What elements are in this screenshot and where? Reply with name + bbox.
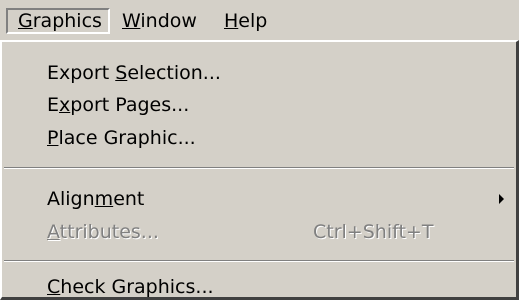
menu-item-check-graphics[interactable]: Check Graphics...: [2, 272, 516, 300]
menu-item-place-graphic[interactable]: Place Graphic...: [2, 123, 516, 153]
menu-item-export-selection[interactable]: Export Selection...: [2, 58, 516, 88]
menu-item-attributes-shortcut: Ctrl+Shift+T: [313, 221, 434, 243]
menubar-help[interactable]: Help: [224, 8, 267, 34]
menu-item-place-graphic-label: Place Graphic...: [47, 127, 196, 149]
menubar-window-label: Window: [122, 10, 197, 32]
menu-item-export-selection-label: Export Selection...: [47, 62, 221, 84]
menu-item-alignment[interactable]: Alignment: [2, 184, 516, 214]
menu-separator: [4, 260, 514, 262]
menu-item-check-graphics-label: Check Graphics...: [47, 276, 214, 298]
menu-separator: [4, 167, 514, 169]
menu-bar: Graphics Window Help: [0, 0, 519, 40]
menu-item-export-pages-label: Export Pages...: [47, 94, 190, 116]
menubar-window[interactable]: Window: [122, 8, 197, 34]
menu-item-attributes: Attributes... Ctrl+Shift+T: [2, 217, 516, 247]
menu-item-alignment-label: Alignment: [47, 188, 145, 210]
graphics-dropdown-menu: Export Selection... Export Pages... Plac…: [0, 40, 519, 300]
menubar-graphics-label: Graphics: [18, 10, 102, 32]
triangle-right-icon: [499, 194, 504, 204]
menubar-help-label: Help: [224, 10, 268, 32]
menu-item-attributes-label: Attributes...: [47, 221, 159, 243]
menubar-graphics[interactable]: Graphics: [6, 8, 110, 34]
menu-item-export-pages[interactable]: Export Pages...: [2, 90, 516, 120]
